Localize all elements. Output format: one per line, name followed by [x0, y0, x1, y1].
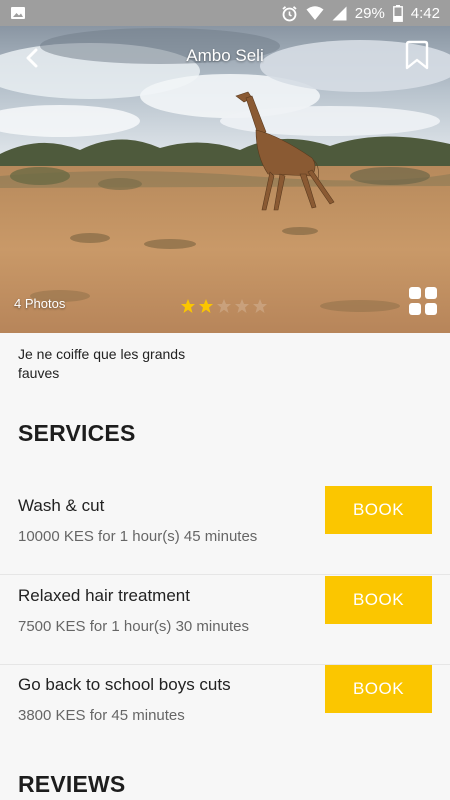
grid-icon — [409, 287, 421, 299]
star-icon — [181, 299, 195, 313]
grid-icon — [409, 303, 421, 315]
signal-icon — [332, 6, 347, 21]
alarm-icon — [281, 5, 298, 22]
services-heading: SERVICES — [18, 420, 136, 446]
service-item: Relaxed hair treatment 7500 KES for 1 ho… — [0, 576, 450, 665]
bookmark-button[interactable] — [402, 40, 432, 72]
wifi-icon — [306, 5, 324, 21]
grid-icon — [425, 303, 437, 315]
service-name: Relaxed hair treatment — [18, 586, 190, 605]
grid-icon — [425, 287, 437, 299]
reviews-heading: REVIEWS — [18, 771, 126, 797]
rating-stars — [180, 298, 268, 314]
business-description: Je ne coiffe que les grands fauves — [18, 346, 186, 381]
star-icon — [199, 299, 213, 313]
back-button[interactable] — [18, 44, 46, 72]
star-icon — [217, 299, 231, 313]
book-button[interactable]: BOOK — [325, 576, 432, 624]
gallery-grid-button[interactable] — [409, 287, 437, 315]
book-button[interactable]: BOOK — [325, 665, 432, 713]
service-item: Wash & cut 10000 KES for 1 hour(s) 45 mi… — [0, 486, 450, 575]
clock: 4:42 — [410, 4, 440, 22]
book-button[interactable]: BOOK — [325, 486, 432, 534]
hero-image[interactable]: Ambo Seli 4 Photos — [0, 26, 450, 333]
service-item: Go back to school boys cuts 3800 KES for… — [0, 665, 450, 754]
hero-header: Ambo Seli — [0, 26, 450, 86]
battery-icon — [392, 4, 403, 22]
service-price-duration: 10000 KES for 1 hour(s) 45 minutes — [18, 528, 258, 545]
status-bar: 29% 4:42 — [0, 0, 450, 26]
battery-percent: 29% — [354, 4, 385, 22]
photos-count[interactable]: 4 Photos — [14, 296, 65, 311]
star-icon — [235, 299, 249, 313]
service-price-duration: 7500 KES for 1 hour(s) 30 minutes — [18, 618, 249, 635]
service-name: Go back to school boys cuts — [18, 675, 231, 694]
star-icon — [253, 299, 267, 313]
image-icon — [10, 5, 26, 21]
bookmark-icon — [405, 40, 429, 70]
service-price-duration: 3800 KES for 45 minutes — [18, 707, 185, 724]
page-title: Ambo Seli — [186, 46, 264, 65]
service-name: Wash & cut — [18, 496, 105, 515]
back-arrow-icon — [26, 48, 38, 68]
